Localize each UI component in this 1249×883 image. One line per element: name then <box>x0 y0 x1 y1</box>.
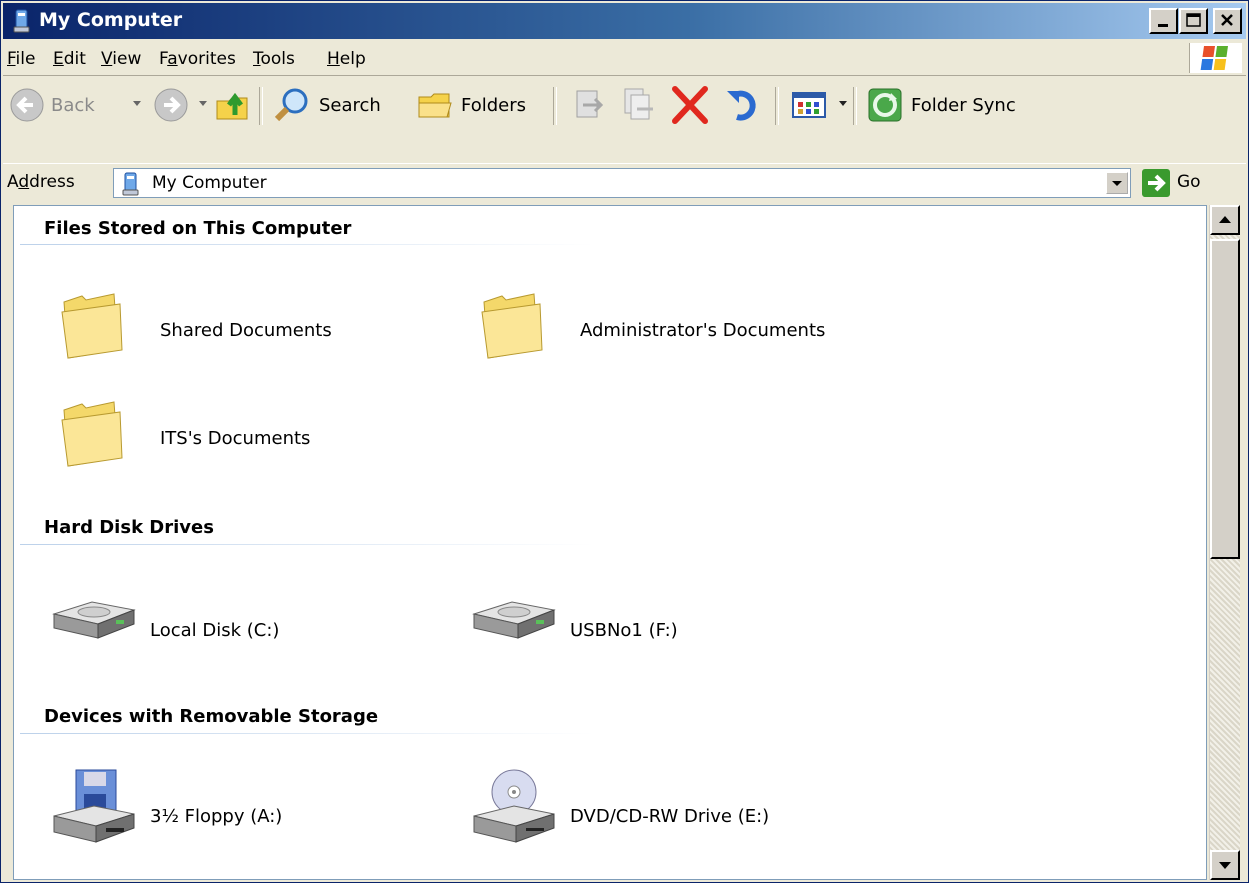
section-divider <box>20 244 594 245</box>
forward-arrow-icon <box>154 88 188 122</box>
delete-button[interactable] <box>669 85 713 125</box>
menu-tools[interactable]: Tools <box>253 49 295 69</box>
back-dropdown-icon[interactable] <box>133 101 141 106</box>
scrollbar-thumb[interactable] <box>1210 239 1240 559</box>
cd-drive-icon <box>473 769 555 843</box>
maximize-button[interactable] <box>1179 8 1208 34</box>
go-button[interactable]: Go <box>1177 172 1201 192</box>
scroll-up-button[interactable] <box>1210 205 1240 235</box>
search-icon <box>274 88 308 122</box>
search-button[interactable]: Search <box>273 85 381 125</box>
folders-button[interactable]: Folders <box>415 85 526 125</box>
folder-item-its-documents[interactable]: ITS's Documents <box>60 398 420 478</box>
menu-file[interactable]: File <box>7 49 35 69</box>
drive-item-dvd-cd-rw-e[interactable]: DVD/CD-RW Drive (E:) <box>470 768 870 848</box>
section-header: Files Stored on This Computer <box>44 218 352 239</box>
drive-item-local-disk-c[interactable]: Local Disk (C:) <box>50 590 410 670</box>
toolbar-separator <box>553 87 557 125</box>
views-button[interactable] <box>789 85 833 125</box>
toolbar-separator <box>775 87 779 125</box>
minimize-button[interactable] <box>1149 8 1178 34</box>
section-header: Devices with Removable Storage <box>44 706 379 727</box>
up-folder-icon <box>216 92 248 120</box>
forward-button[interactable] <box>153 85 189 125</box>
vertical-scrollbar[interactable] <box>1209 205 1240 880</box>
drive-item-usbno1-f[interactable]: USBNo1 (F:) <box>470 590 830 670</box>
toolbar-separator <box>259 87 263 125</box>
folder-item-shared-documents[interactable]: Shared Documents <box>60 290 420 370</box>
my-computer-icon <box>11 9 33 33</box>
menu-edit[interactable]: Edit <box>53 49 86 69</box>
title-bar[interactable]: My Computer <box>3 3 1246 39</box>
folders-icon <box>418 93 452 118</box>
go-arrow-icon[interactable] <box>1141 168 1171 198</box>
views-icon <box>792 92 826 118</box>
toolbar-separator <box>853 87 857 125</box>
delete-icon <box>672 86 708 124</box>
section-divider <box>20 544 594 545</box>
menu-bar: File Edit View Favorites Tools Help <box>3 41 1246 76</box>
section-divider <box>20 733 594 734</box>
address-bar: Address My Computer Go <box>3 163 1246 202</box>
address-value: My Computer <box>152 173 267 193</box>
window: My Computer File Edit View Favorites Too… <box>0 0 1249 883</box>
move-to-icon <box>576 90 604 118</box>
content-pane: Files Stored on This Computer Shared Doc… <box>13 205 1207 880</box>
copy-to-icon <box>624 88 653 120</box>
forward-dropdown-icon[interactable] <box>199 101 207 106</box>
undo-icon <box>727 90 756 121</box>
back-arrow-icon <box>10 88 44 122</box>
toolbar: Back Search Folders Folder Sync <box>3 77 1246 164</box>
menu-favorites[interactable]: Favorites <box>159 49 236 69</box>
back-button[interactable]: Back <box>9 85 95 125</box>
hard-disk-icon <box>52 601 136 639</box>
hard-disk-icon <box>472 601 556 639</box>
address-input[interactable]: My Computer <box>113 168 1131 198</box>
folder-sync-button[interactable]: Folder Sync <box>865 85 1016 125</box>
menu-help[interactable]: Help <box>327 49 366 69</box>
my-computer-icon <box>120 172 142 201</box>
copy-to-button[interactable] <box>619 85 659 125</box>
scroll-down-button[interactable] <box>1210 850 1240 880</box>
window-title: My Computer <box>39 9 183 31</box>
menu-view[interactable]: View <box>101 49 141 69</box>
address-label: Address <box>7 172 75 192</box>
folder-icon <box>481 293 543 359</box>
views-dropdown-icon[interactable] <box>839 101 847 106</box>
windows-logo-icon <box>1189 43 1242 73</box>
folder-sync-icon <box>868 88 902 122</box>
address-dropdown-button[interactable] <box>1106 172 1128 194</box>
close-button[interactable] <box>1213 8 1242 34</box>
drive-item-floppy-a[interactable]: 3½ Floppy (A:) <box>50 768 410 848</box>
up-folder-button[interactable] <box>213 85 253 125</box>
folder-icon <box>61 293 123 359</box>
undo-button[interactable] <box>723 85 763 125</box>
folder-icon <box>61 401 123 467</box>
move-to-button[interactable] <box>569 85 609 125</box>
section-header: Hard Disk Drives <box>44 517 214 538</box>
folder-item-administrators-documents[interactable]: Administrator's Documents <box>480 290 940 370</box>
floppy-drive-icon <box>53 769 135 843</box>
